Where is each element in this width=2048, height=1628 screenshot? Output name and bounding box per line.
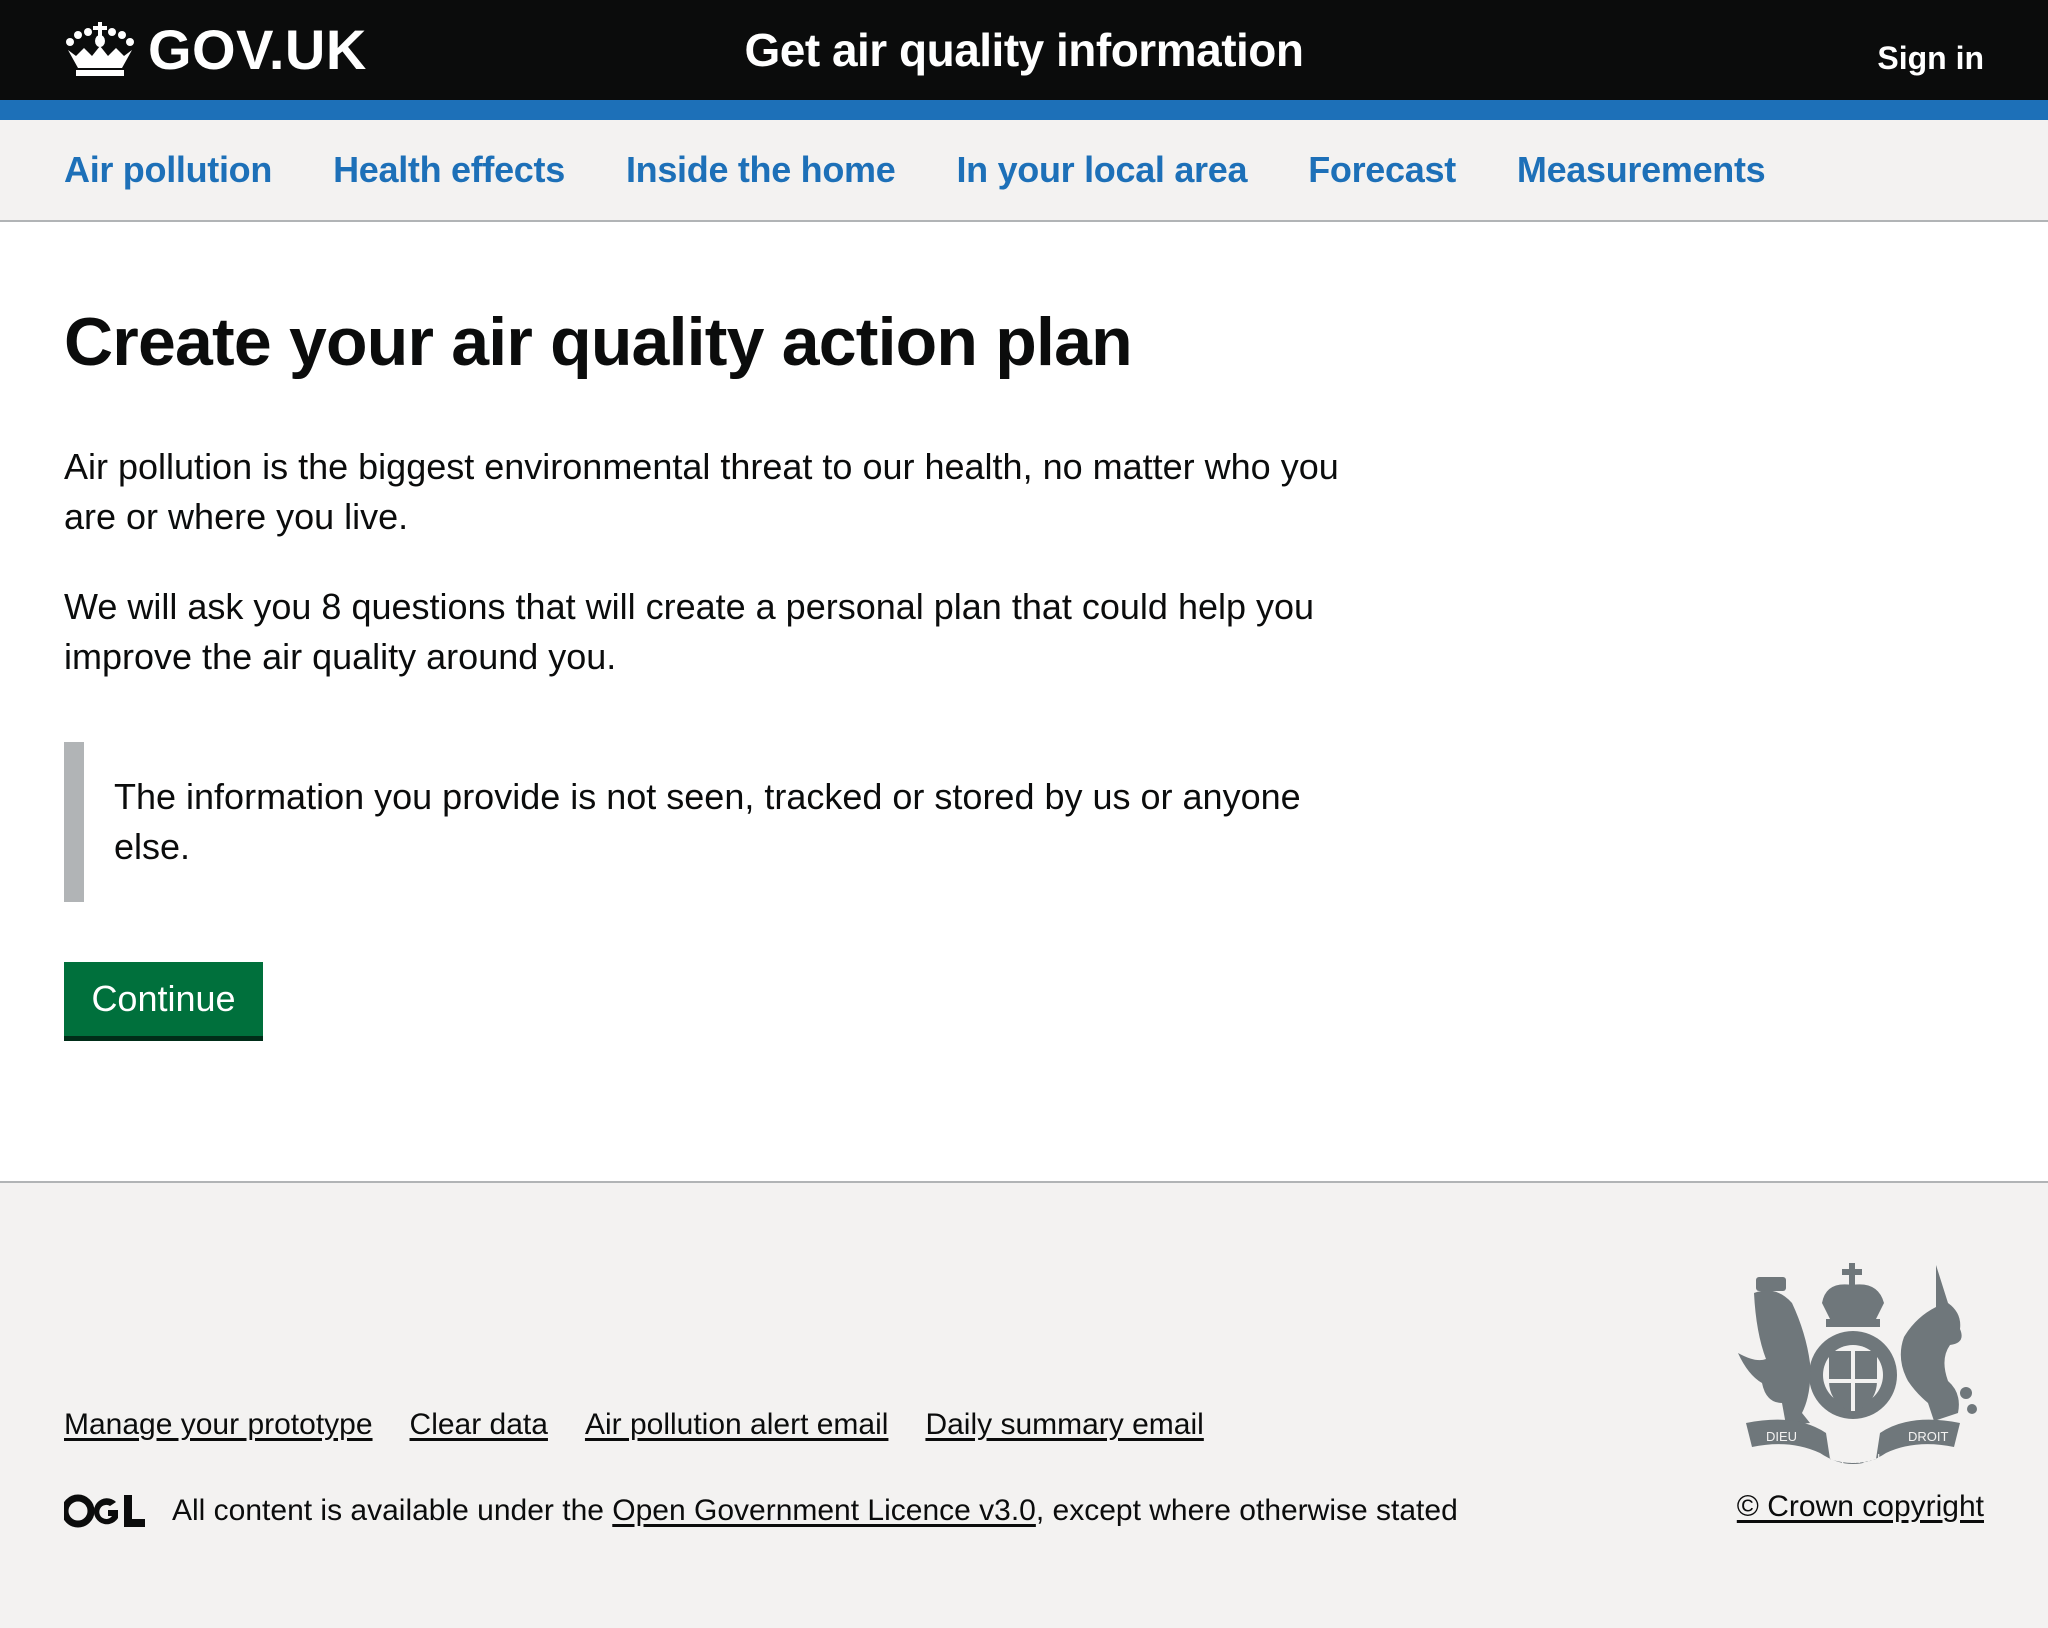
licence-suffix: , except where otherwise stated [1035, 1494, 1458, 1527]
svg-text:DIEU: DIEU [1766, 1429, 1797, 1444]
footer-link-daily-summary-email[interactable]: Daily summary email [925, 1408, 1203, 1441]
site-footer: DIEU ET MON DROIT Manage your prototype … [0, 1181, 2048, 1628]
svg-text:ET MON: ET MON [1830, 1451, 1880, 1466]
intro-paragraph: Air pollution is the biggest environment… [64, 446, 1339, 537]
licence-text: All content is available under the Open … [172, 1491, 1458, 1531]
nav-item-forecast[interactable]: Forecast [1308, 149, 1456, 190]
footer-link-alert-email[interactable]: Air pollution alert email [585, 1408, 888, 1441]
ogl-logo-icon [64, 1494, 145, 1528]
govuk-logo-link[interactable]: GOV.UK [64, 18, 367, 82]
nav-item-inside-the-home[interactable]: Inside the home [626, 149, 896, 190]
nav-item-air-pollution[interactable]: Air pollution [64, 149, 272, 190]
copyright: © Crown copyright [1737, 1487, 1984, 1527]
crown-icon [66, 22, 134, 76]
questions-paragraph: We will ask you 8 questions that will cr… [64, 586, 1315, 677]
open-government-licence-link[interactable]: Open Government Licence v3.0 [612, 1494, 1036, 1527]
nav-list: Air pollution Health effects Inside the … [64, 148, 1826, 192]
service-name[interactable]: Get air quality information [744, 24, 1304, 76]
nav-item-measurements[interactable]: Measurements [1517, 149, 1766, 190]
footer-link-clear-data[interactable]: Clear data [410, 1408, 548, 1441]
nav-item-health-effects[interactable]: Health effects [333, 149, 565, 190]
page-title: Create your air quality action plan [64, 304, 1133, 380]
privacy-inset-text: The information you provide is not seen,… [64, 742, 1304, 902]
continue-button[interactable]: Continue [64, 962, 263, 1036]
site-header: GOV.UK Get air quality information Sign … [0, 0, 2048, 100]
crown-copyright-link[interactable]: © Crown copyright [1737, 1490, 1984, 1523]
licence-prefix: All content is available under the [172, 1494, 613, 1527]
service-navigation: Air pollution Health effects Inside the … [0, 120, 2048, 222]
footer-link-manage-prototype[interactable]: Manage your prototype [64, 1408, 373, 1441]
govuk-logo-text: GOV.UK [148, 18, 367, 81]
royal-coat-of-arms-icon: DIEU ET MON DROIT [1738, 1263, 1977, 1466]
header-blue-stripe [0, 100, 2048, 120]
svg-text:DROIT: DROIT [1908, 1429, 1949, 1444]
footer-links: Manage your prototype Clear data Air pol… [64, 1405, 1241, 1445]
licence-row: All content is available under the Open … [64, 1491, 1458, 1531]
sign-in-link[interactable]: Sign in [1877, 38, 1984, 78]
nav-item-in-your-local-area[interactable]: In your local area [956, 149, 1247, 190]
